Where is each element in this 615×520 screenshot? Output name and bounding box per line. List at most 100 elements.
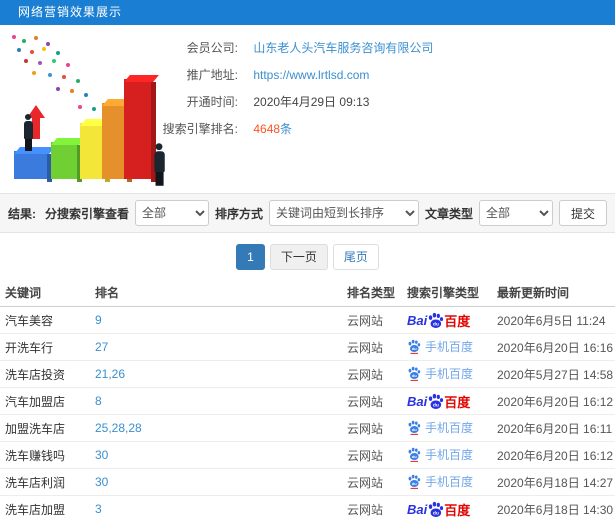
cell-keyword: 洗车赚钱吗 bbox=[5, 448, 66, 463]
cell-rank: 9 bbox=[95, 313, 102, 327]
cell-rank: 8 bbox=[95, 394, 102, 408]
baidu-logo-text: Bai bbox=[407, 312, 428, 328]
info-row-ranking-count: 搜索引擎排名: 4648条 bbox=[58, 116, 433, 143]
cell-rank: 25,28,28 bbox=[95, 421, 142, 435]
svg-text:du: du bbox=[433, 510, 439, 516]
cell-keyword: 洗车店投资 bbox=[5, 367, 66, 382]
baidu-paw-icon: du bbox=[429, 501, 444, 517]
info-row-company: 会员公司: 山东老人头汽车服务咨询有限公司 bbox=[58, 35, 434, 62]
table-row[interactable]: 洗车店利润 30 云网站 du 手机百度 2020年6月18日 14:27 bbox=[0, 469, 615, 496]
cell-engine: Bai du 百度 bbox=[407, 500, 497, 519]
bar-green bbox=[51, 138, 85, 182]
table-row[interactable]: 汽车美容 9 云网站 Bai du 百度 2020年6月5日 11:24 bbox=[0, 307, 615, 334]
baidu-cn-text: 百度 bbox=[444, 502, 471, 518]
filter-controls: 分搜索引擎查看 全部 排序方式 关键词由短到长排序 文章类型 全部 提交 bbox=[45, 200, 607, 226]
page-title: 网络营销效果展示 bbox=[18, 5, 123, 19]
table-row[interactable]: 加盟洗车店 25,28,28 云网站 du 手机百度 2020年6月20日 16… bbox=[0, 415, 615, 442]
cell-rank: 27 bbox=[95, 340, 109, 354]
svg-text:du: du bbox=[412, 480, 417, 485]
bar-blue bbox=[14, 147, 55, 182]
cell-engine: du 手机百度 bbox=[407, 365, 497, 384]
ranking-count-label: 搜索引擎排名: bbox=[162, 122, 238, 136]
baidu-paw-icon: du bbox=[429, 312, 444, 328]
cell-engine: du 手机百度 bbox=[407, 473, 497, 492]
cell-engine: Bai du 百度 bbox=[407, 311, 497, 330]
cell-rank: 30 bbox=[95, 448, 109, 462]
svg-text:du: du bbox=[433, 321, 439, 327]
header-rank-type: 排名类型 bbox=[347, 286, 396, 300]
cell-engine: Bai du 百度 bbox=[407, 392, 497, 411]
last-page-button[interactable]: 尾页 bbox=[332, 244, 379, 270]
next-page-button[interactable]: 下一页 bbox=[269, 244, 328, 270]
businessman-figure-left bbox=[21, 114, 35, 151]
baidu-logo-text: Bai bbox=[407, 393, 428, 409]
cell-updated: 2020年6月20日 16:16 bbox=[497, 340, 614, 355]
svg-text:du: du bbox=[412, 372, 417, 377]
cell-keyword: 开洗车行 bbox=[5, 340, 54, 355]
filter-bar: 结果: 分搜索引擎查看 全部 排序方式 关键词由短到长排序 文章类型 全部 提交 bbox=[0, 193, 615, 233]
mobile-baidu-logo: du 手机百度 bbox=[407, 473, 473, 490]
cell-updated: 2020年6月5日 11:24 bbox=[497, 313, 606, 328]
mobile-baidu-label: 手机百度 bbox=[425, 420, 474, 435]
company-info-list: 会员公司: 山东老人头汽车服务咨询有限公司 推广地址: https://www.… bbox=[58, 35, 434, 143]
company-label: 会员公司: bbox=[186, 41, 238, 55]
cell-updated: 2020年6月20日 16:12 bbox=[497, 394, 614, 409]
sort-mode-select[interactable]: 关键词由短到长排序 bbox=[268, 200, 419, 226]
table-row[interactable]: 开洗车行 27 云网站 du 手机百度 2020年6月20日 16:16 bbox=[0, 334, 615, 361]
table-row[interactable]: 汽车加盟店 8 云网站 Bai du 百度 2020年6月20日 16:12 bbox=[0, 388, 615, 415]
cell-rank-type: 云网站 bbox=[347, 340, 384, 355]
open-time-label: 开通时间: bbox=[186, 95, 238, 109]
mobile-baidu-logo: du 手机百度 bbox=[407, 419, 473, 436]
cell-rank-type: 云网站 bbox=[347, 367, 384, 382]
open-time-value: 2020年4月29日 09:13 bbox=[253, 95, 370, 109]
cell-engine: du 手机百度 bbox=[407, 338, 497, 357]
header-engine-type: 搜索引擎类型 bbox=[407, 286, 480, 300]
company-name-link[interactable]: 山东老人头汽车服务咨询有限公司 bbox=[253, 41, 433, 55]
table-row[interactable]: 洗车店加盟 3 云网站 Bai du 百度 2020年6月18日 14:30 bbox=[0, 496, 615, 520]
confetti-decoration bbox=[12, 35, 16, 39]
submit-button[interactable]: 提交 bbox=[559, 200, 607, 226]
mobile-baidu-logo: du 手机百度 bbox=[407, 365, 473, 382]
mobile-baidu-label: 手机百度 bbox=[425, 474, 474, 489]
cell-engine: du 手机百度 bbox=[407, 446, 497, 465]
svg-text:du: du bbox=[412, 453, 417, 458]
baidu-pc-logo: Bai du 百度 bbox=[407, 311, 470, 330]
cell-updated: 2020年6月18日 14:27 bbox=[497, 475, 614, 490]
baidu-cn-text: 百度 bbox=[444, 394, 471, 410]
cell-keyword: 洗车店利润 bbox=[5, 475, 66, 490]
mobile-baidu-label: 手机百度 bbox=[425, 366, 474, 381]
cell-keyword: 加盟洗车店 bbox=[5, 421, 66, 436]
engine-view-label: 分搜索引擎查看 bbox=[44, 206, 129, 221]
promo-url-label: 推广地址: bbox=[186, 68, 238, 82]
mobile-baidu-logo: du 手机百度 bbox=[407, 446, 473, 463]
mobile-baidu-label: 手机百度 bbox=[425, 447, 474, 462]
table-row[interactable]: 洗车店投资 21,26 云网站 du 手机百度 2020年5月27日 14:58 bbox=[0, 361, 615, 388]
mobile-baidu-paw-icon: du bbox=[408, 474, 421, 489]
mobile-baidu-paw-icon: du bbox=[408, 447, 421, 462]
cell-rank: 21,26 bbox=[95, 367, 126, 381]
engine-view-select[interactable]: 全部 bbox=[134, 200, 209, 226]
pagination: 1 下一页 尾页 bbox=[0, 244, 615, 270]
mobile-baidu-paw-icon: du bbox=[408, 420, 421, 435]
baidu-pc-logo: Bai du 百度 bbox=[407, 392, 470, 411]
page-button-1[interactable]: 1 bbox=[236, 244, 265, 270]
article-type-select[interactable]: 全部 bbox=[479, 200, 553, 226]
cell-engine: du 手机百度 bbox=[407, 419, 497, 438]
cell-rank: 3 bbox=[95, 502, 102, 516]
cell-rank-type: 云网站 bbox=[347, 421, 384, 436]
mobile-baidu-paw-icon: du bbox=[408, 339, 421, 354]
baidu-pc-logo: Bai du 百度 bbox=[407, 500, 470, 519]
cell-keyword: 汽车加盟店 bbox=[5, 394, 66, 409]
cell-rank-type: 云网站 bbox=[347, 448, 384, 463]
keyword-ranking-table: 关键词 排名 排名类型 搜索引擎类型 最新更新时间 汽车美容 9 云网站 Bai… bbox=[0, 279, 615, 520]
mobile-baidu-label: 手机百度 bbox=[425, 339, 474, 354]
promo-url-link[interactable]: https://www.lrtlsd.com bbox=[253, 68, 369, 82]
cell-keyword: 洗车店加盟 bbox=[5, 502, 66, 517]
info-section: 会员公司: 山东老人头汽车服务咨询有限公司 推广地址: https://www.… bbox=[0, 25, 615, 193]
cell-updated: 2020年6月20日 16:11 bbox=[497, 421, 613, 436]
table-row[interactable]: 洗车赚钱吗 30 云网站 du 手机百度 2020年6月20日 16:12 bbox=[0, 442, 615, 469]
table-body: 汽车美容 9 云网站 Bai du 百度 2020年6月5日 11:24 开洗车… bbox=[0, 307, 615, 520]
header-keyword: 关键词 bbox=[5, 286, 42, 300]
cell-updated: 2020年5月27日 14:58 bbox=[497, 367, 614, 382]
table-header-row: 关键词 排名 排名类型 搜索引擎类型 最新更新时间 bbox=[0, 279, 615, 307]
